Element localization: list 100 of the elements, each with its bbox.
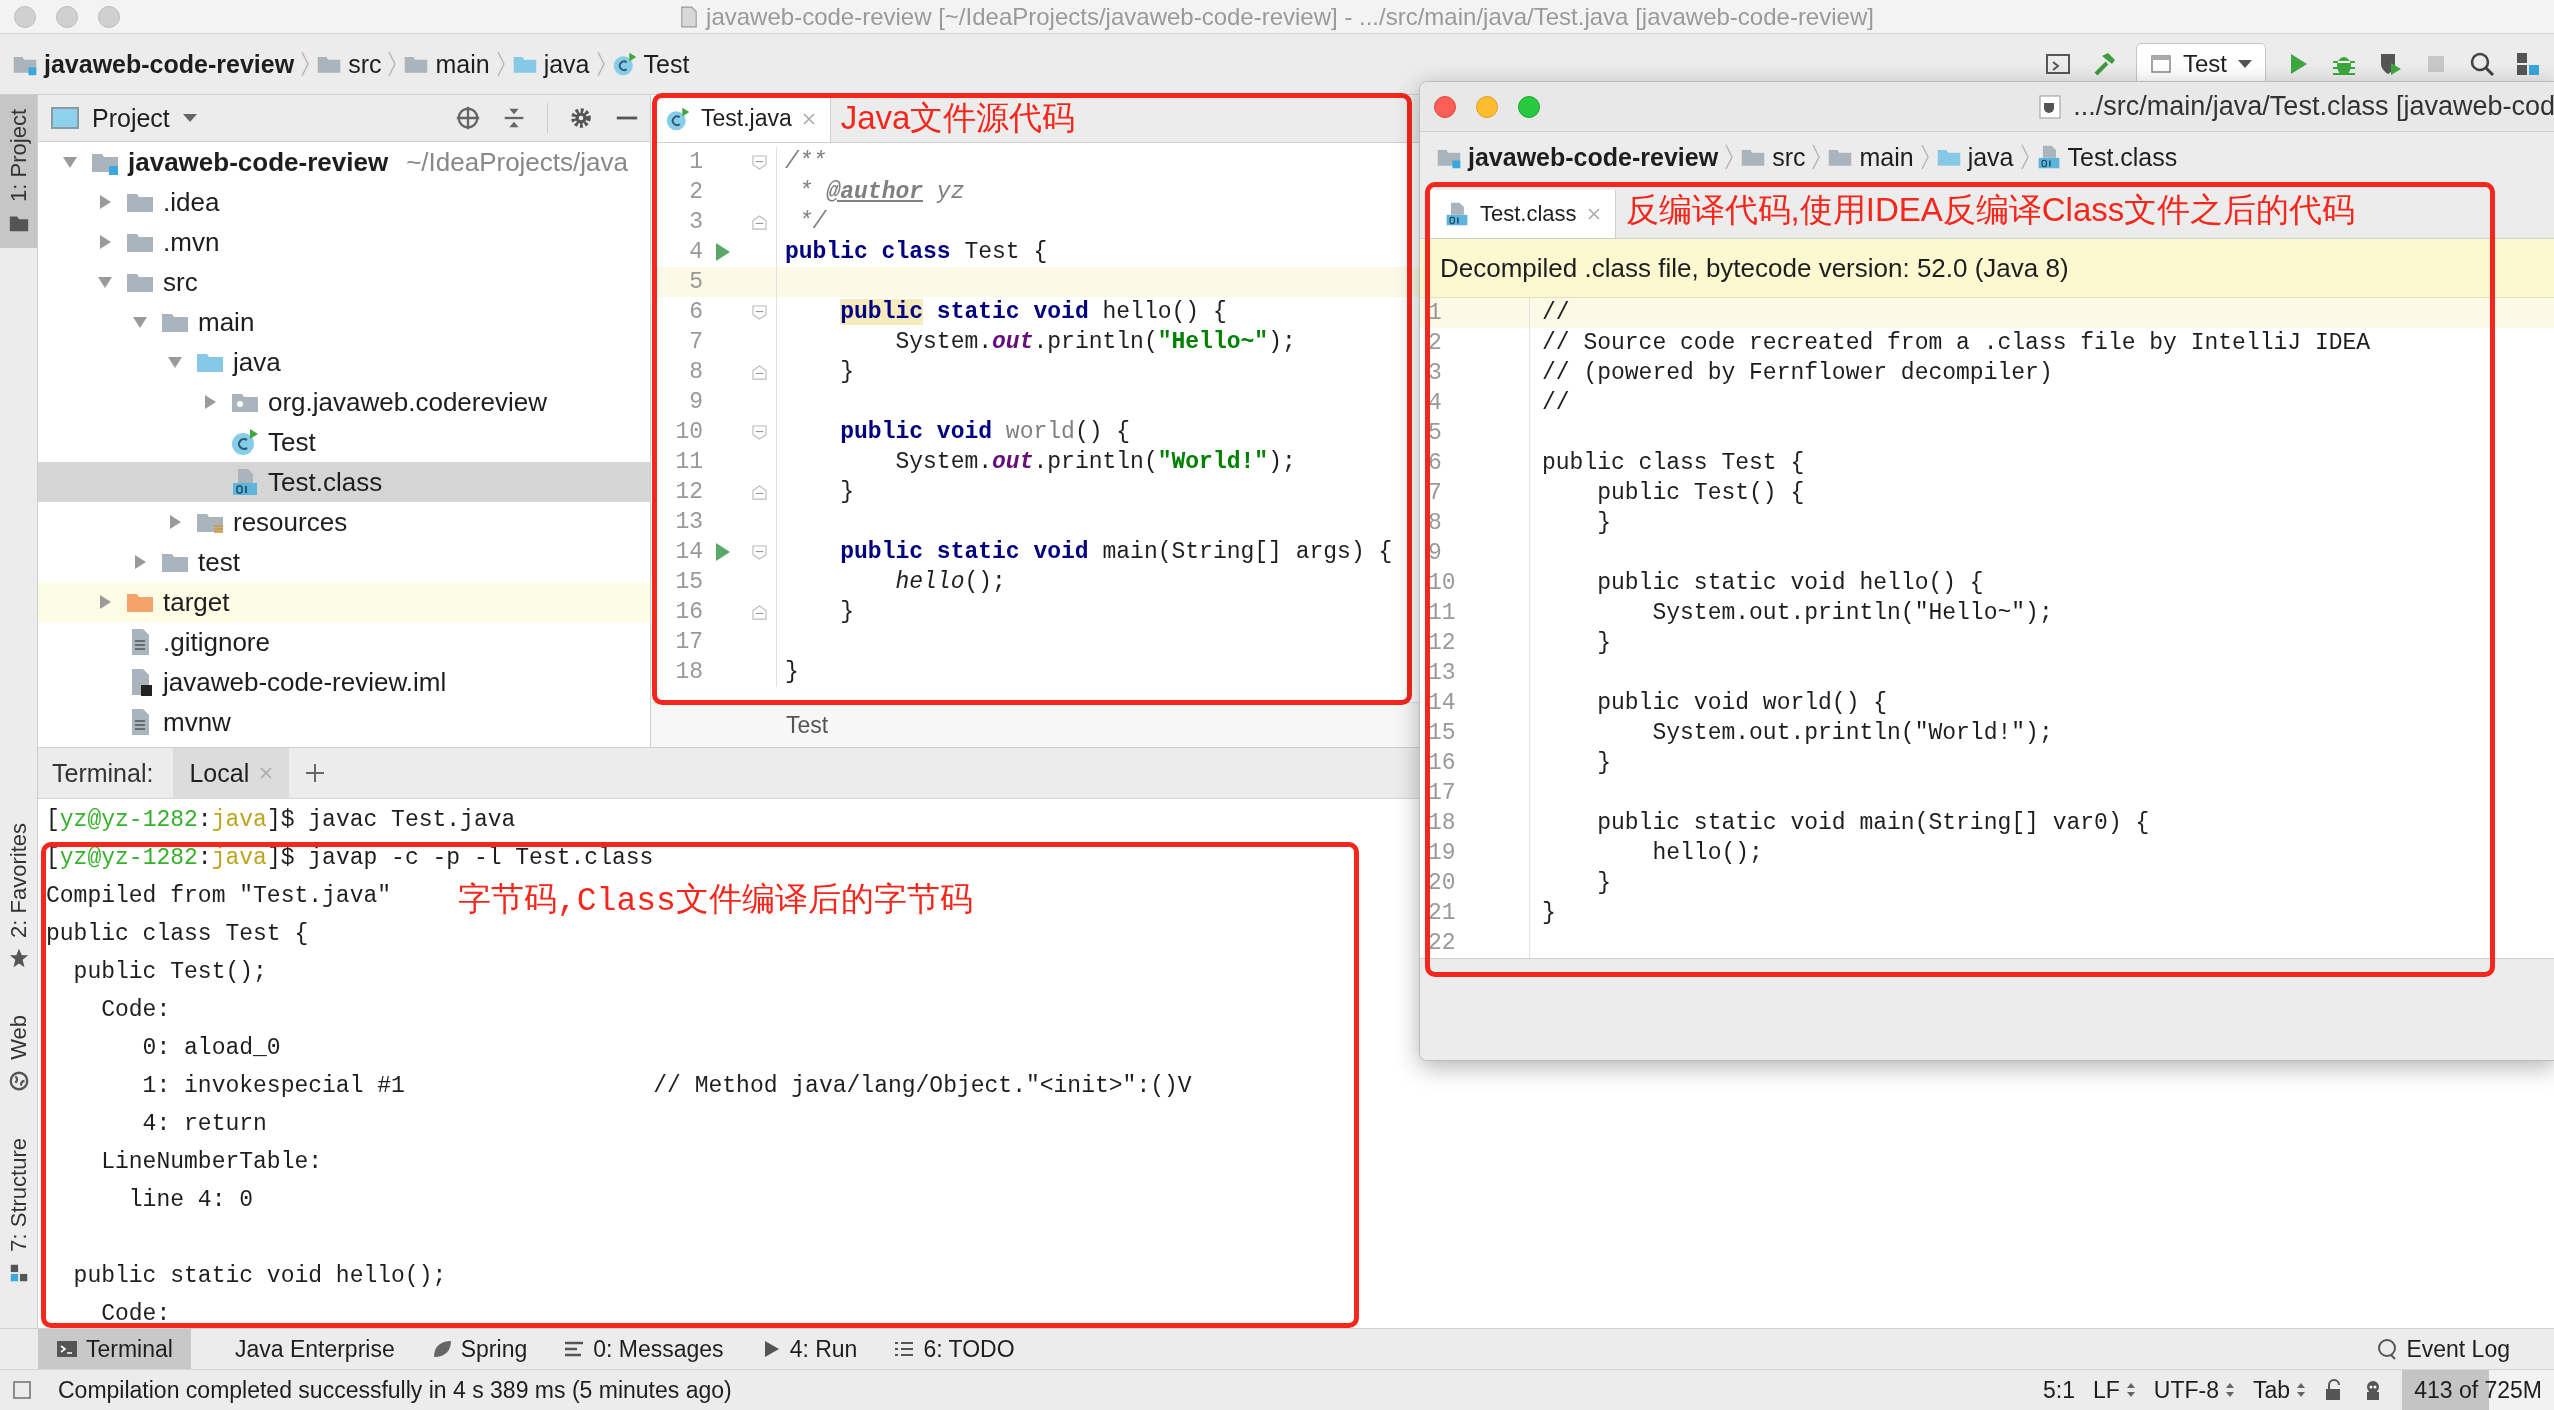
code-line: public static void hello() { xyxy=(1596,570,1984,596)
line-separator-selector[interactable]: LF xyxy=(2093,1376,2136,1404)
tree-item[interactable]: target xyxy=(38,582,650,622)
tree-item[interactable]: javaweb-code-review ~/IdeaProjects/java xyxy=(38,142,650,182)
line-number: 20 xyxy=(1420,868,1530,898)
collapsed-arrow-icon[interactable] xyxy=(97,194,113,210)
search-icon[interactable] xyxy=(2468,50,2496,78)
tree-item[interactable]: mvnw xyxy=(38,702,650,742)
collapsed-arrow-icon[interactable] xyxy=(97,234,113,250)
collapsed-arrow-icon[interactable] xyxy=(97,594,113,610)
tree-item[interactable]: src xyxy=(38,262,650,302)
code-line: public static void main(String[] var0) { xyxy=(1596,810,2150,836)
tool-window-button[interactable]: 6: TODO xyxy=(875,1329,1033,1369)
line-number: 12 xyxy=(1420,628,1530,658)
caret-position[interactable]: 5:1 xyxy=(2043,1376,2075,1404)
code-line: public static void hello() { xyxy=(839,299,1227,325)
breadcrumb-item[interactable]: java xyxy=(511,49,590,79)
close-icon[interactable] xyxy=(259,766,274,780)
speech-bubble-icon xyxy=(2376,1338,2399,1360)
close-icon[interactable] xyxy=(1586,207,1601,221)
tool-window-button[interactable]: 1: Project xyxy=(0,95,37,248)
breadcrumb-item[interactable]: main xyxy=(403,49,490,79)
terminal-line: public Test(); xyxy=(72,959,267,985)
fold-icon[interactable] xyxy=(752,154,767,170)
tool-window-button[interactable]: Web xyxy=(0,1001,37,1107)
tree-item[interactable]: .idea xyxy=(38,182,650,222)
code-line: } xyxy=(1596,510,1611,536)
line-number: 6 xyxy=(688,299,703,325)
expanded-arrow-icon[interactable] xyxy=(132,314,148,330)
tool-window-button[interactable]: 7: Structure xyxy=(0,1124,37,1298)
fold-icon[interactable] xyxy=(752,604,767,620)
fold-icon[interactable] xyxy=(752,424,767,440)
breadcrumb-item[interactable]: main xyxy=(1827,142,1914,172)
fold-icon[interactable] xyxy=(752,214,767,230)
breadcrumb-item[interactable]: Test xyxy=(786,711,829,739)
expanded-arrow-icon[interactable] xyxy=(167,354,183,370)
tool-window-button[interactable]: 2: Favorites xyxy=(0,808,37,984)
close-button[interactable] xyxy=(1434,95,1456,118)
settings-icon[interactable] xyxy=(568,105,594,131)
collapsed-arrow-icon[interactable] xyxy=(132,554,148,570)
code-line: System.out.println("Hello~"); xyxy=(1651,600,2053,626)
minimize-button[interactable] xyxy=(1476,95,1498,118)
chevron-icon xyxy=(1724,142,1735,172)
tree-item[interactable]: .mvn xyxy=(38,222,650,262)
tool-window-button[interactable]: Java Enterprise xyxy=(216,1329,413,1369)
view-dropdown[interactable]: Project xyxy=(50,103,198,133)
tool-window-button[interactable]: 4: Run xyxy=(741,1329,876,1369)
collapsed-arrow-icon[interactable] xyxy=(167,514,183,530)
breadcrumb-item[interactable]: Test.class xyxy=(2035,142,2178,172)
tool-window-button[interactable]: Spring xyxy=(412,1329,546,1369)
event-log-button[interactable]: Event Log xyxy=(2358,1329,2528,1369)
encoding-selector[interactable]: UTF-8 xyxy=(2153,1376,2236,1404)
fold-icon[interactable] xyxy=(752,364,767,380)
panel-icon xyxy=(50,105,80,131)
editor-tab[interactable]: Test.java xyxy=(651,95,831,142)
tool-window-button[interactable]: 0: Messages xyxy=(545,1329,742,1369)
tree-item[interactable]: javaweb-code-review.iml xyxy=(38,662,650,702)
add-icon[interactable] xyxy=(305,763,326,783)
breadcrumb-item[interactable]: src xyxy=(1740,142,1806,172)
terminal-line: Code: xyxy=(100,1301,171,1327)
close-icon[interactable] xyxy=(801,111,816,126)
breadcrumb-item[interactable]: src xyxy=(316,49,382,79)
close-button[interactable] xyxy=(14,5,36,28)
indent-selector[interactable]: Tab xyxy=(2253,1376,2307,1404)
editor-tab[interactable]: Test.class xyxy=(1430,190,1616,238)
breadcrumb-item[interactable]: java xyxy=(1935,142,2014,172)
code-line: public Test() { xyxy=(1596,480,1805,506)
tree-item[interactable]: test xyxy=(38,542,650,582)
fold-icon[interactable] xyxy=(752,484,767,500)
breadcrumb-item[interactable]: Test xyxy=(611,49,690,79)
minimize-button[interactable] xyxy=(56,5,78,28)
tree-item[interactable]: main xyxy=(38,302,650,342)
class-icon xyxy=(611,51,638,77)
run-icon[interactable] xyxy=(715,242,731,262)
breadcrumb-item[interactable]: javaweb-code-review xyxy=(12,49,295,79)
tree-item[interactable]: Test.class xyxy=(38,462,650,502)
memory-indicator[interactable]: 413 of 725M xyxy=(2402,1370,2554,1410)
crosshair-icon[interactable] xyxy=(455,105,481,131)
code-line: } xyxy=(1596,870,1611,896)
tree-item[interactable]: .gitignore xyxy=(38,622,650,662)
fold-icon[interactable] xyxy=(752,544,767,560)
expanded-arrow-icon[interactable] xyxy=(62,154,78,170)
globe-icon xyxy=(7,1070,30,1093)
line-number: 3 xyxy=(688,209,703,235)
zoom-button[interactable] xyxy=(98,5,120,28)
breadcrumb-item[interactable]: javaweb-code-review xyxy=(1436,142,1719,172)
structure-icon[interactable] xyxy=(2514,50,2542,78)
terminal-tab[interactable]: Local xyxy=(173,748,290,798)
tree-item[interactable]: java xyxy=(38,342,650,382)
run-icon[interactable] xyxy=(715,542,731,562)
fold-icon[interactable] xyxy=(752,304,767,320)
zoom-button[interactable] xyxy=(1518,95,1540,118)
chevron-icon xyxy=(300,49,311,79)
expanded-arrow-icon[interactable] xyxy=(97,274,113,290)
collapsed-arrow-icon[interactable] xyxy=(202,394,218,410)
square-icon[interactable] xyxy=(12,1380,32,1400)
tree-item[interactable]: org.javaweb.codereview xyxy=(38,382,650,422)
tree-item[interactable]: resources xyxy=(38,502,650,542)
tree-item[interactable]: Test xyxy=(38,422,650,462)
tool-window-button[interactable]: Terminal xyxy=(38,1329,191,1369)
